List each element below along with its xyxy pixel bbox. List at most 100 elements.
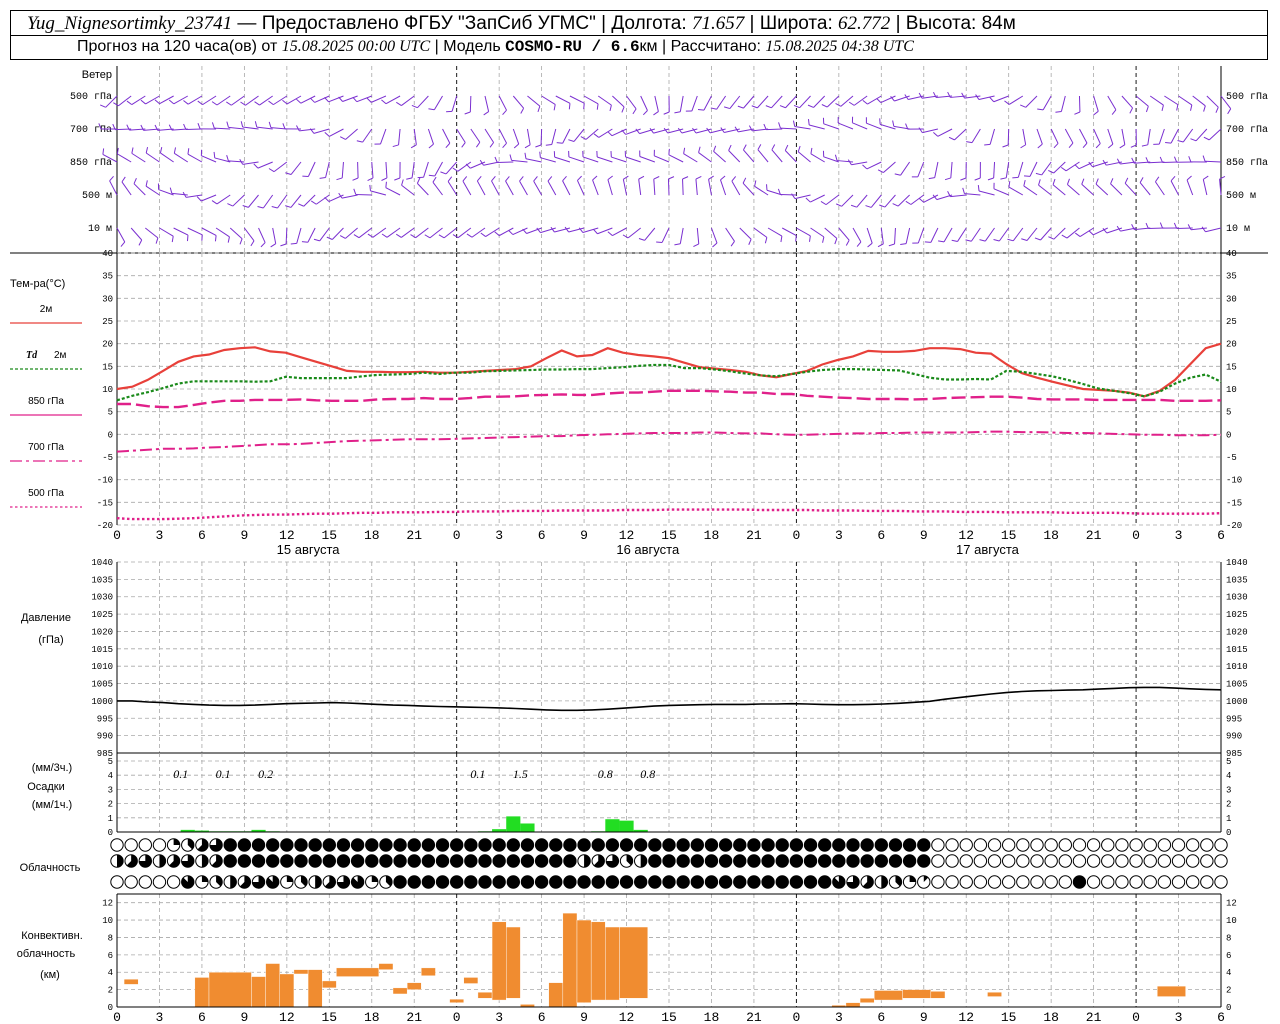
cloud-symbol-fill — [450, 838, 463, 852]
wind-barb-feather — [1201, 226, 1206, 233]
wind-barb — [679, 95, 684, 112]
temp-ytick-right: 10 — [1226, 385, 1237, 395]
wind-barb — [299, 128, 316, 132]
wind-barb — [957, 227, 967, 242]
wind-barb-feather — [381, 177, 388, 181]
wind-barb — [1079, 128, 1088, 144]
cloud-symbol-fill — [733, 875, 746, 889]
wind-barb — [443, 227, 458, 239]
conv-ytick-right: 12 — [1226, 899, 1237, 909]
wind-barb-feather — [385, 181, 387, 188]
conv-title-line2: облачность — [17, 948, 76, 960]
cloud-symbol-fill — [450, 875, 463, 889]
conv-cloud-bar — [194, 977, 210, 1008]
wind-barb-feather — [820, 201, 827, 206]
cloud-symbol-fill — [308, 854, 322, 868]
cloud-symbol — [1171, 875, 1186, 889]
cloud-symbol-fill — [790, 838, 803, 852]
cloud-symbol — [1001, 854, 1016, 868]
wind-barb-feather — [133, 177, 137, 184]
precip-ytick-left: 5 — [108, 757, 113, 767]
wind-barb — [841, 194, 854, 207]
cloud-symbol-fill — [903, 854, 916, 868]
wind-barb — [1158, 128, 1165, 145]
wind-barb — [216, 194, 231, 205]
wind-barb — [257, 161, 273, 169]
wind-barb-feather — [682, 176, 689, 180]
wind-barb-feather — [432, 176, 437, 183]
cloud-symbol-fill — [592, 875, 605, 889]
wind-barb — [362, 128, 373, 143]
wind-barb — [511, 159, 528, 163]
wind-barb-feather — [533, 176, 538, 182]
wind-barb — [1135, 95, 1149, 107]
conv-cloud-bar — [562, 912, 578, 1008]
wind-barb — [698, 152, 712, 163]
cloud-symbol-fill — [337, 838, 350, 852]
precip-ytick-right: 5 — [1226, 757, 1231, 767]
conv-cloud-bar — [392, 987, 408, 995]
cloud-symbol-fill — [507, 854, 520, 868]
wind-barb-feather — [1227, 108, 1232, 115]
precip-ytick-left: 4 — [108, 771, 113, 781]
wind-barb — [341, 161, 344, 178]
wind-barb-feather — [410, 144, 417, 149]
wind-barb — [533, 180, 543, 196]
wind-barb — [767, 227, 783, 237]
cloud-symbol — [1185, 838, 1200, 852]
pres-ytick-left: 1040 — [91, 558, 113, 568]
wind-barb-feather — [445, 142, 451, 149]
temp-ytick-left: 10 — [102, 385, 113, 395]
wind-barb-feather — [1139, 177, 1144, 183]
wind-barb-feather — [159, 147, 163, 154]
wind-barb — [1029, 161, 1038, 177]
wind-barb-feather — [763, 123, 767, 130]
wind-barb-feather — [810, 147, 813, 154]
wind-barb-feather — [1074, 164, 1080, 170]
wind-barb-feather — [282, 123, 286, 130]
cloud-symbol-fill — [337, 854, 350, 868]
x-tick-label-bottom: 15 — [1001, 1010, 1017, 1024]
wind-barb-feather — [476, 176, 482, 182]
cloud-symbol-fill — [549, 838, 562, 852]
wind-barb — [229, 227, 243, 240]
wind-barb-feather — [607, 231, 613, 236]
wind-barb — [626, 95, 637, 110]
day-label: 17 августа — [956, 542, 1020, 557]
wind-barb-feather — [452, 234, 459, 239]
cloud-symbol-fill — [909, 875, 916, 882]
cloud-symbol-fill — [323, 854, 336, 868]
wind-barb — [627, 227, 642, 239]
wind-barb — [1022, 128, 1027, 145]
cloud-symbol — [138, 875, 153, 889]
wind-barb-feather — [537, 105, 541, 113]
wind-barb-feather — [462, 176, 468, 182]
cloud-symbol-fill — [507, 838, 520, 852]
wind-barb-feather — [428, 108, 435, 111]
wind-barb — [398, 128, 401, 145]
wind-barb-feather — [240, 121, 244, 128]
wind-barb-feather — [211, 122, 215, 129]
wind-barb — [201, 194, 217, 202]
wind-barb — [273, 95, 288, 106]
wind-barb-feather — [674, 243, 681, 246]
wind-barb-feather — [905, 200, 912, 205]
pres-ytick-left: 1005 — [91, 680, 113, 690]
wind-barb — [682, 178, 684, 196]
cloud-symbol-fill — [408, 854, 421, 868]
wind-barb-feather — [1124, 177, 1129, 184]
wind-barb-feather — [623, 175, 629, 180]
cloud-symbol-fill — [280, 854, 294, 868]
wind-barb-feather — [438, 234, 445, 239]
wind-barb-feather — [1081, 178, 1085, 185]
cloud-symbol-fill — [224, 854, 237, 868]
x-tick-label: 0 — [453, 528, 461, 543]
wind-barb — [445, 161, 458, 175]
wind-barb — [708, 179, 712, 196]
wind-barb-feather — [395, 233, 402, 238]
wind-barb — [794, 194, 811, 200]
wind-barb-feather — [171, 236, 174, 243]
wind-barb-feather — [653, 176, 660, 180]
cloud-symbol-fill — [818, 838, 831, 852]
wind-barb-feather — [1008, 181, 1011, 188]
